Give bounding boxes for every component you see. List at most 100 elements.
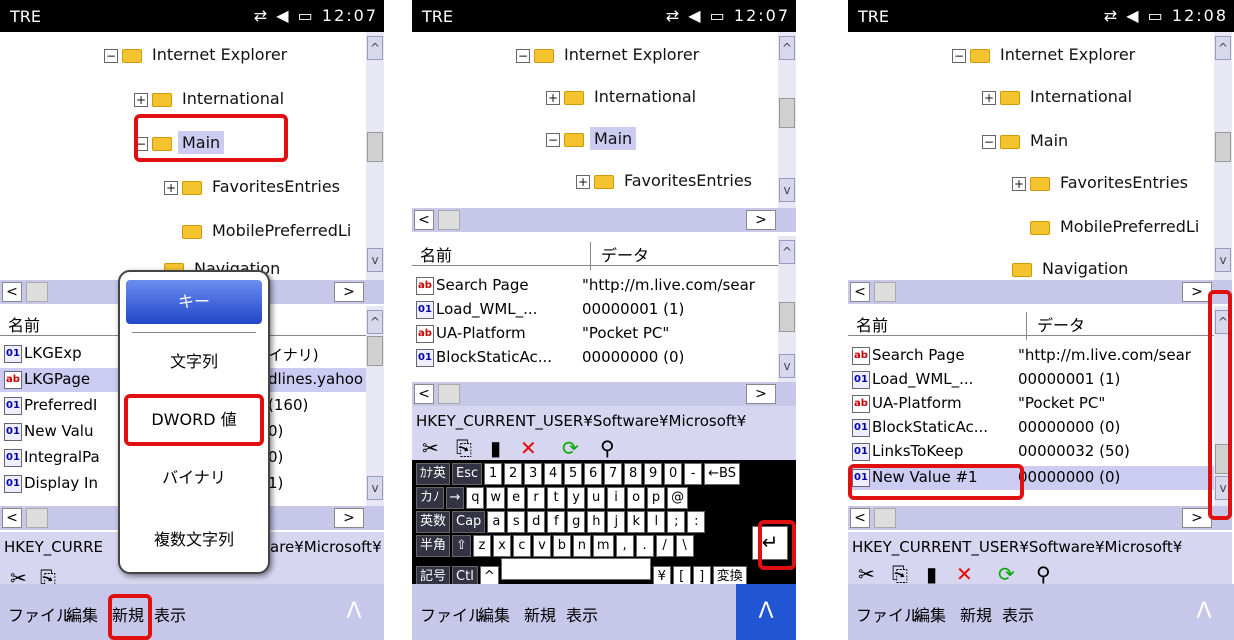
- keyboard-key[interactable]: 半角: [416, 535, 451, 557]
- tree-node-internet-explorer[interactable]: − Internet Explorer: [952, 40, 1139, 70]
- keyboard-key[interactable]: 6: [584, 463, 603, 485]
- keyboard-key[interactable]: a: [487, 511, 506, 533]
- list-item[interactable]: 01 Load_WML_... 00000001 (1): [412, 298, 778, 322]
- keyboard-key[interactable]: y: [567, 487, 586, 509]
- scroll-left-icon[interactable]: <: [2, 282, 22, 302]
- list-item[interactable]: 01 LinksToKeep 00000032 (50): [848, 440, 1214, 464]
- keyboard-key[interactable]: 7: [604, 463, 623, 485]
- keyboard-key[interactable]: n: [572, 535, 591, 557]
- keyboard-key[interactable]: q: [466, 487, 485, 509]
- keyboard-key[interactable]: g: [567, 511, 586, 533]
- hscroll-thumb[interactable]: [874, 508, 896, 528]
- keyboard-key[interactable]: c: [512, 535, 531, 557]
- refresh-icon[interactable]: ⟳: [998, 562, 1015, 584]
- list-item[interactable]: 01 Load_WML_... 00000001 (1): [848, 368, 1214, 392]
- tree-node-internet-explorer[interactable]: − Internet Explorer: [516, 40, 703, 70]
- keyboard-key[interactable]: e: [507, 487, 526, 509]
- keyboard-key[interactable]: 8: [624, 463, 643, 485]
- keyboard-key[interactable]: s: [507, 511, 526, 533]
- expand-icon[interactable]: +: [1012, 176, 1026, 191]
- list-item[interactable]: ab UA-Platform "Pocket PC": [848, 392, 1214, 416]
- expand-icon[interactable]: +: [134, 92, 148, 107]
- keyboard-key[interactable]: o: [627, 487, 646, 509]
- keyboard-key[interactable]: 1: [484, 463, 503, 485]
- menu-view[interactable]: 表示: [1002, 602, 1034, 626]
- expand-icon[interactable]: +: [576, 174, 590, 189]
- tree-vscroll[interactable]: ^ v: [1214, 32, 1232, 280]
- keyboard-key[interactable]: [500, 558, 651, 580]
- keyboard-key[interactable]: \: [675, 535, 694, 557]
- list-item[interactable]: ab UA-Platform "Pocket PC": [412, 322, 778, 346]
- keyboard-key[interactable]: p: [647, 487, 666, 509]
- scroll-up-icon[interactable]: ^: [779, 36, 795, 60]
- keyboard-key[interactable]: Esc: [452, 463, 483, 485]
- find-icon[interactable]: ⚲: [1036, 562, 1051, 584]
- keyboard-key[interactable]: v: [532, 535, 551, 557]
- column-data[interactable]: データ: [590, 242, 649, 270]
- keyboard-key[interactable]: j: [607, 511, 626, 533]
- keyboard-key[interactable]: u: [587, 487, 606, 509]
- keyboard-key[interactable]: 0: [664, 463, 683, 485]
- scroll-left-icon[interactable]: <: [850, 508, 870, 528]
- tree-vscroll[interactable]: ^ v: [366, 32, 384, 280]
- collapse-icon[interactable]: −: [546, 132, 560, 147]
- menu-file[interactable]: ファイル: [420, 602, 484, 626]
- hscroll-thumb[interactable]: [26, 282, 48, 302]
- keyboard-key[interactable]: ←BS: [704, 463, 740, 485]
- keyboard-key[interactable]: h: [587, 511, 606, 533]
- keyboard-key[interactable]: ;: [667, 511, 686, 533]
- keyboard-key[interactable]: t: [547, 487, 566, 509]
- menu-file[interactable]: ファイル: [856, 602, 920, 626]
- menu-edit[interactable]: 編集: [478, 602, 510, 626]
- menu-edit[interactable]: 編集: [914, 602, 946, 626]
- expand-icon[interactable]: +: [164, 180, 178, 195]
- list-vscroll[interactable]: ^ v: [366, 306, 384, 506]
- tree-node-mobile[interactable]: MobilePreferredLi: [1030, 212, 1203, 242]
- keyboard-key[interactable]: @: [667, 487, 689, 509]
- tree-node-main[interactable]: − Main: [546, 124, 637, 154]
- column-name[interactable]: 名前: [420, 242, 452, 266]
- copy-icon[interactable]: ⎘: [40, 566, 56, 584]
- menu-new[interactable]: 新規: [524, 602, 556, 626]
- keyboard-key[interactable]: Cap: [452, 511, 486, 533]
- popup-item-string[interactable]: 文字列: [120, 340, 268, 384]
- keyboard-key[interactable]: 2: [504, 463, 523, 485]
- scroll-thumb[interactable]: [779, 98, 795, 128]
- paste-icon[interactable]: ▮: [490, 436, 501, 460]
- menu-new[interactable]: 新規: [960, 602, 992, 626]
- keyboard-key[interactable]: f: [547, 511, 566, 533]
- list-hscroll[interactable]: < >: [848, 506, 1232, 530]
- up-arrow-button[interactable]: Λ: [1174, 584, 1234, 640]
- list-item[interactable]: 01 BlockStaticAc... 00000000 (0): [848, 416, 1214, 440]
- keyboard-key[interactable]: -: [684, 463, 703, 485]
- scroll-up-icon[interactable]: ^: [779, 240, 795, 264]
- hscroll-thumb[interactable]: [438, 384, 460, 404]
- list-hscroll[interactable]: < >: [412, 382, 796, 406]
- scroll-thumb[interactable]: [367, 132, 383, 162]
- keyboard-key[interactable]: /: [655, 535, 674, 557]
- popup-item-key[interactable]: キー: [126, 280, 262, 324]
- tree-node-favorites[interactable]: + FavoritesEntries: [164, 172, 344, 202]
- scroll-left-icon[interactable]: <: [414, 210, 434, 230]
- keyboard-key[interactable]: ⇧: [452, 535, 471, 557]
- collapse-icon[interactable]: −: [104, 48, 118, 63]
- scroll-thumb[interactable]: [1215, 132, 1231, 162]
- tree-node-main[interactable]: − Main: [982, 126, 1072, 156]
- scroll-down-icon[interactable]: v: [779, 354, 795, 378]
- keyboard-key[interactable]: x: [492, 535, 511, 557]
- list-item[interactable]: 01 BlockStaticAc... 00000000 (0): [412, 346, 778, 370]
- cut-icon[interactable]: ✂: [422, 436, 439, 460]
- keyboard-key[interactable]: 3: [524, 463, 543, 485]
- expand-icon[interactable]: +: [982, 90, 996, 105]
- scroll-up-icon[interactable]: ^: [367, 36, 383, 60]
- menu-view[interactable]: 表示: [154, 602, 186, 626]
- column-name[interactable]: 名前: [856, 312, 888, 336]
- scroll-up-icon[interactable]: ^: [367, 310, 383, 334]
- keyboard-key[interactable]: z: [472, 535, 491, 557]
- menu-view[interactable]: 表示: [566, 602, 598, 626]
- tree-node-international[interactable]: + International: [982, 82, 1136, 112]
- scroll-down-icon[interactable]: v: [779, 178, 795, 202]
- scroll-down-icon[interactable]: v: [367, 476, 383, 500]
- collapse-icon[interactable]: −: [952, 48, 966, 63]
- scroll-left-icon[interactable]: <: [850, 282, 870, 302]
